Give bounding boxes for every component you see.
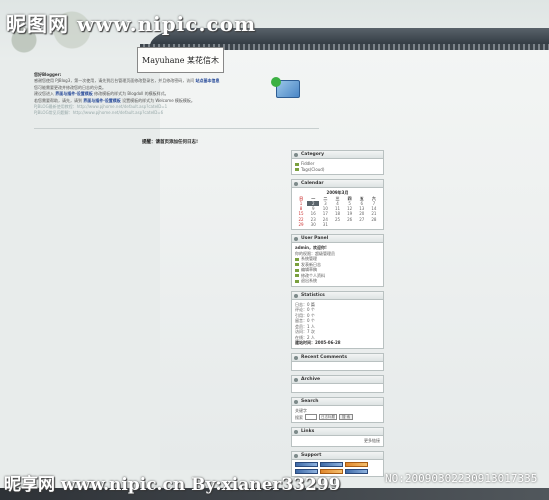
help-link-faq[interactable]: PJBLOG常见问题解：http://www.pjhome.net/defaul… [34, 110, 274, 116]
search-field-label: 搜索 [295, 414, 303, 420]
blog-logo[interactable]: Mayuhane 某花信木 [137, 47, 224, 73]
panel-recent-comments: Recent Comments [291, 352, 384, 371]
intro-line4a: 若您需要帮助，请先，请到 [34, 97, 82, 103]
intro-line1: 感谢您使用 PJBlog3，第一次使用，请先到后台管理页面修改登录名，并且修改密… [34, 78, 195, 84]
category-item[interactable]: Tags(Cloud) [295, 167, 380, 173]
link-site-settings[interactable]: 站点基本信息 [196, 78, 220, 83]
panel-recent-comments-title: Recent Comments [292, 353, 383, 362]
search-input[interactable] [305, 414, 317, 421]
logo-text: Mayuhane 某花信木 [142, 55, 219, 65]
sidebar: Category Fiddler Tags(Cloud) Calendar 20… [291, 150, 384, 481]
panel-user: User Panel admin，欢迎你! 你的权限：超级管理员 系统管理 发表… [291, 234, 384, 287]
panel-category-title: Category [292, 151, 383, 159]
support-badge[interactable] [295, 461, 318, 467]
calendar-day[interactable]: 25 [331, 217, 343, 222]
support-badge[interactable] [320, 461, 343, 467]
panel-search-title: Search [292, 397, 383, 406]
panel-statistics: Statistics 日志：0 篇 评论：0 个 引用：0 个 留言：0 个 会… [291, 290, 384, 349]
panel-links: Links 更多链接 [291, 427, 384, 447]
support-badge[interactable] [345, 461, 368, 467]
search-label: 关键字 [295, 407, 307, 413]
panel-search: Search 关键字 搜索 日志标题 搜 索 [291, 396, 384, 424]
empty-notice: 提醒：请首页添加任何日志! [142, 140, 199, 145]
search-button[interactable]: 搜 索 [339, 414, 354, 421]
calendar-day[interactable]: 28 [368, 217, 380, 222]
links-more[interactable]: 更多链接 [295, 438, 380, 444]
mail-icon [271, 77, 300, 98]
intro-title: 您好Blogger: [34, 72, 62, 77]
panel-support-title: Support [292, 451, 383, 460]
calendar-day[interactable]: 31 [319, 222, 331, 227]
divider [34, 128, 319, 129]
stat-row: 建站时间：2005-06-28 [295, 340, 341, 346]
calendar-day[interactable]: 26 [344, 217, 356, 222]
support-badge[interactable] [345, 468, 368, 474]
watermark-top: 昵图网 www.nipic.com [6, 12, 257, 36]
panel-user-title: User Panel [292, 235, 383, 244]
intro-line3a: 建议您进入 [34, 91, 54, 97]
panel-category: Category Fiddler Tags(Cloud) [291, 150, 384, 175]
panel-calendar-title: Calendar [292, 180, 383, 188]
intro-line4b: 设置模板的样式为 Welcome 模板模板。 [122, 97, 195, 103]
link-interface-template[interactable]: 界面与插件·设置模板 [55, 91, 93, 96]
search-type-select[interactable]: 日志标题 [319, 414, 337, 421]
intro-message: 您好Blogger: 感谢您使用 PJBlog3，第一次使用，请先到后台管理页面… [34, 72, 274, 117]
watermark-bottom: 昵享网 www.nipic.cn By:xianer33299 [4, 475, 341, 495]
user-menu-item[interactable]: 退出系统 [295, 278, 380, 284]
link-interface-template-2[interactable]: 界面与插件·设置模板 [83, 98, 121, 103]
calendar-day[interactable]: 29 [295, 222, 307, 227]
watermark-code: NO:20090302230913017335 [385, 472, 538, 485]
calendar-day[interactable]: 27 [356, 217, 368, 222]
panel-statistics-title: Statistics [292, 291, 383, 300]
panel-calendar: Calendar 2009年3月 日一二三四五六 1 2 3 4 5 6 7 8 9 10 11 12 1… [291, 179, 384, 231]
panel-archive-title: Archive [292, 375, 383, 384]
calendar-day[interactable]: 30 [307, 222, 319, 227]
intro-line3b: 修改模板的样式为 Blogdoll 的模板样式。 [94, 91, 169, 97]
panel-links-title: Links [292, 428, 383, 437]
calendar-grid: 日一二三四五六 1 2 3 4 5 6 7 8 9 10 11 12 13 14 15 16 17 18 19 20 21… [295, 196, 380, 228]
panel-archive: Archive [291, 374, 384, 393]
